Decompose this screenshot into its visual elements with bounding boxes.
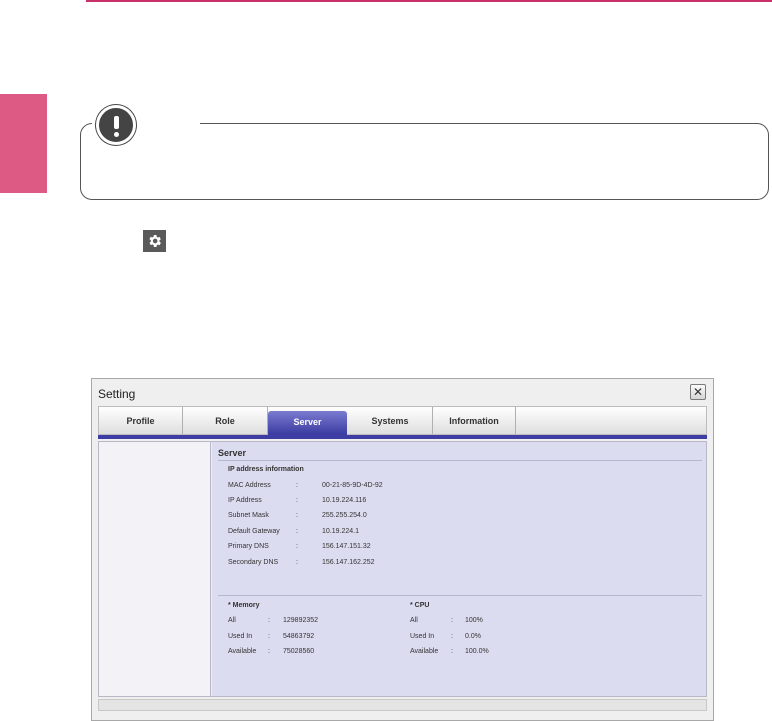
memory-title: * Memory bbox=[228, 602, 260, 609]
field-separator: : bbox=[296, 543, 298, 550]
exclamation-dot bbox=[114, 132, 119, 137]
ip-field-value: 156.147.162.252 bbox=[322, 559, 375, 566]
field-separator: : bbox=[296, 512, 298, 519]
field-separator: : bbox=[296, 497, 298, 504]
cpu-label: Available bbox=[410, 648, 439, 655]
ip-field-value: 10.19.224.116 bbox=[322, 497, 367, 504]
ip-field-label: IP Address bbox=[228, 497, 262, 504]
memory-label: All bbox=[228, 617, 236, 624]
section-divider bbox=[218, 595, 702, 596]
server-section-title: Server bbox=[218, 448, 247, 458]
ip-field-value: 10.19.224.1 bbox=[322, 528, 359, 535]
memory-label: Used In bbox=[228, 633, 253, 640]
memory-value: 129892352 bbox=[283, 617, 319, 624]
field-separator: : bbox=[451, 617, 453, 624]
field-separator: : bbox=[268, 648, 270, 655]
server-panel: Server IP address information MAC Addres… bbox=[212, 442, 706, 696]
field-separator: : bbox=[296, 528, 298, 535]
gear-icon bbox=[143, 230, 166, 252]
setting-window: Setting ✕ Profile Role Server Systems In… bbox=[91, 378, 714, 721]
ip-field-value: 156.147.151.32 bbox=[322, 543, 371, 550]
ip-section-title: IP address information bbox=[228, 466, 304, 473]
tab-information[interactable]: Information bbox=[433, 407, 516, 434]
ip-field-label: Secondary DNS bbox=[228, 559, 279, 566]
cpu-value: 100.0% bbox=[465, 648, 489, 655]
section-divider bbox=[218, 460, 702, 461]
memory-label: Available bbox=[228, 648, 257, 655]
tab-role[interactable]: Role bbox=[183, 407, 268, 434]
memory-value: 54863792 bbox=[283, 633, 315, 640]
ip-field-value: 00-21-85-9D-4D-92 bbox=[322, 482, 383, 489]
field-separator: : bbox=[451, 633, 453, 640]
ip-field-label: Default Gateway bbox=[228, 528, 280, 535]
exclamation-icon bbox=[96, 105, 136, 145]
window-status-bar bbox=[98, 699, 707, 711]
tab-profile[interactable]: Profile bbox=[99, 407, 183, 434]
note-box bbox=[80, 123, 769, 200]
field-separator: : bbox=[296, 482, 298, 489]
ip-field-label: MAC Address bbox=[228, 482, 271, 489]
chapter-side-tab bbox=[0, 94, 47, 193]
tab-systems[interactable]: Systems bbox=[348, 407, 433, 434]
ip-field-value: 255.255.254.0 bbox=[322, 512, 367, 519]
cpu-label: Used In bbox=[410, 633, 435, 640]
memory-value: 75028560 bbox=[283, 648, 315, 655]
cpu-title: * CPU bbox=[410, 602, 430, 609]
ip-field-label: Subnet Mask bbox=[228, 512, 269, 519]
left-pane bbox=[99, 442, 211, 696]
ip-field-label: Primary DNS bbox=[228, 543, 269, 550]
field-separator: : bbox=[268, 633, 270, 640]
cpu-value: 0.0% bbox=[465, 633, 481, 640]
header-rule bbox=[86, 0, 772, 2]
tab-bar: Profile Role Server Systems Information bbox=[98, 406, 707, 435]
field-separator: : bbox=[296, 559, 298, 566]
exclamation-bar bbox=[114, 116, 119, 129]
tab-content: Server IP address information MAC Addres… bbox=[98, 441, 707, 697]
cpu-value: 100% bbox=[465, 617, 483, 624]
field-separator: : bbox=[268, 617, 270, 624]
tab-underline bbox=[98, 435, 707, 439]
gear-icon-graphic bbox=[149, 235, 161, 247]
field-separator: : bbox=[451, 648, 453, 655]
close-button[interactable]: ✕ bbox=[690, 384, 706, 400]
tab-server[interactable]: Server bbox=[268, 411, 347, 435]
cpu-label: All bbox=[410, 617, 418, 624]
window-title: Setting bbox=[98, 387, 136, 401]
